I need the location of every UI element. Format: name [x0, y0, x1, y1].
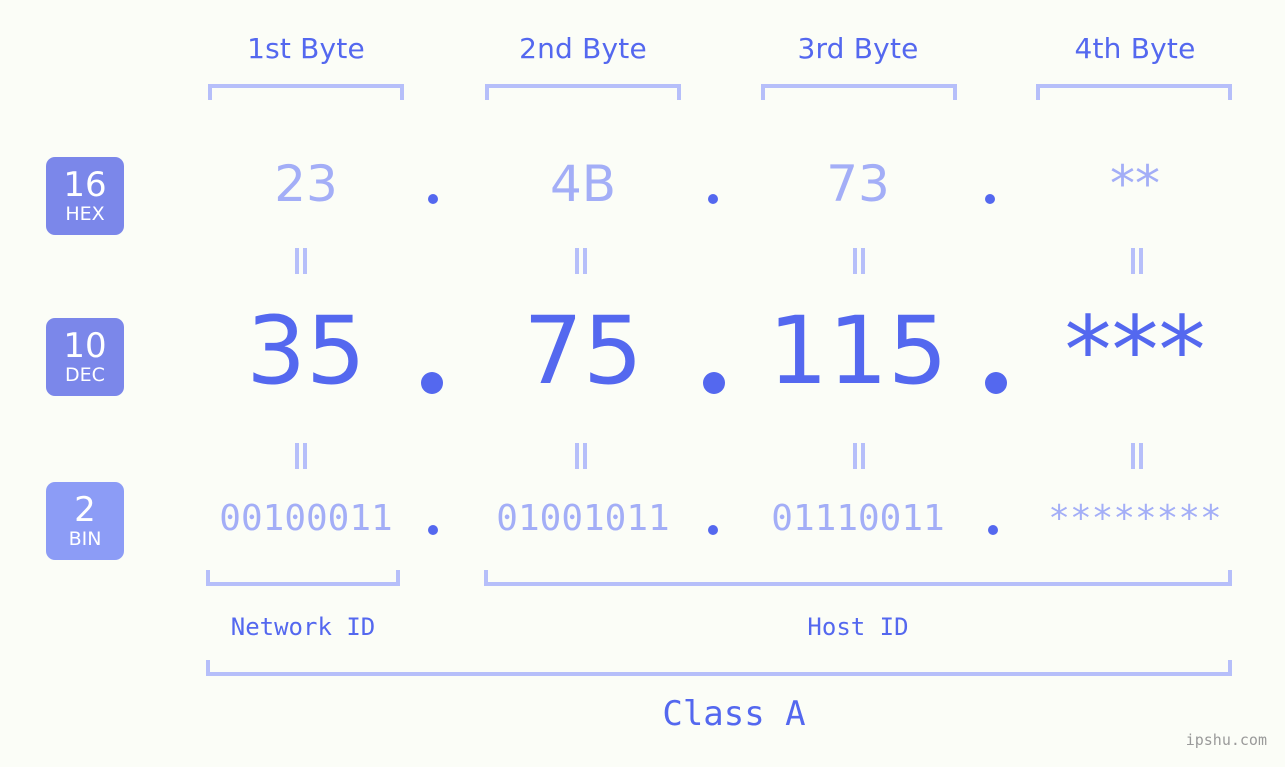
equals-mark-dec-bin-2: [574, 443, 588, 469]
hex-byte-value-3: 73: [826, 155, 890, 213]
base-badge-bin-number: 2: [74, 489, 96, 530]
bin-separator-dot-3: [988, 525, 998, 535]
dec-separator-dot-3: [985, 372, 1007, 394]
dec-byte-value-4: ***: [1064, 297, 1206, 406]
bin-separator-dot-2: [708, 525, 718, 535]
base-badge-hex[interactable]: 16 HEX: [46, 157, 124, 235]
host-id-bracket: [484, 570, 1232, 586]
byte-bracket-top-2: [485, 84, 681, 100]
dec-byte-value-1: 35: [246, 297, 366, 406]
byte-bracket-top-3: [761, 84, 957, 100]
hex-separator-dot-1: [428, 194, 438, 204]
base-badge-dec-number: 10: [63, 325, 107, 366]
dec-separator-dot-2: [703, 372, 725, 394]
bin-byte-value-4: ********: [1048, 498, 1222, 539]
base-badge-dec[interactable]: 10 DEC: [46, 318, 124, 396]
host-id-label: Host ID: [807, 613, 909, 641]
bin-byte-value-3: 01110011: [771, 498, 945, 539]
hex-byte-value-2: 4B: [549, 155, 617, 213]
equals-mark-hex-dec-4: [1130, 248, 1144, 274]
equals-mark-hex-dec-2: [574, 248, 588, 274]
equals-mark-dec-bin-4: [1130, 443, 1144, 469]
byte-bracket-top-1: [208, 84, 404, 100]
network-id-label: Network ID: [230, 613, 376, 641]
dec-separator-dot-1: [421, 372, 443, 394]
hex-separator-dot-2: [708, 194, 718, 204]
byte-bracket-top-4: [1036, 84, 1232, 100]
equals-mark-hex-dec-1: [294, 248, 308, 274]
byte-header-label-3: 3rd Byte: [797, 32, 919, 65]
network-id-bracket: [206, 570, 400, 586]
dec-byte-value-3: 115: [768, 297, 948, 406]
equals-mark-dec-bin-1: [294, 443, 308, 469]
byte-header-label-1: 1st Byte: [247, 32, 365, 65]
hex-separator-dot-3: [985, 194, 995, 204]
class-bracket: [206, 660, 1232, 676]
equals-mark-dec-bin-3: [852, 443, 866, 469]
base-badge-bin-name: BIN: [68, 527, 102, 550]
dec-byte-value-2: 75: [523, 297, 643, 406]
hex-byte-value-4: **: [1110, 155, 1160, 213]
bin-byte-value-2: 01001011: [496, 498, 670, 539]
hex-byte-value-1: 23: [274, 155, 338, 213]
watermark: ipshu.com: [1185, 731, 1267, 749]
base-badge-dec-name: DEC: [65, 363, 105, 386]
byte-header-label-4: 4th Byte: [1074, 32, 1196, 65]
class-label: Class A: [662, 694, 806, 734]
ip-address-breakdown-diagram: 1st Byte 2nd Byte 3rd Byte 4th Byte 16 H…: [0, 0, 1285, 767]
byte-header-label-2: 2nd Byte: [519, 32, 647, 65]
base-badge-hex-number: 16: [63, 164, 107, 205]
bin-separator-dot-1: [428, 525, 438, 535]
bin-byte-value-1: 00100011: [219, 498, 393, 539]
base-badge-hex-name: HEX: [65, 202, 105, 225]
base-badge-bin[interactable]: 2 BIN: [46, 482, 124, 560]
equals-mark-hex-dec-3: [852, 248, 866, 274]
